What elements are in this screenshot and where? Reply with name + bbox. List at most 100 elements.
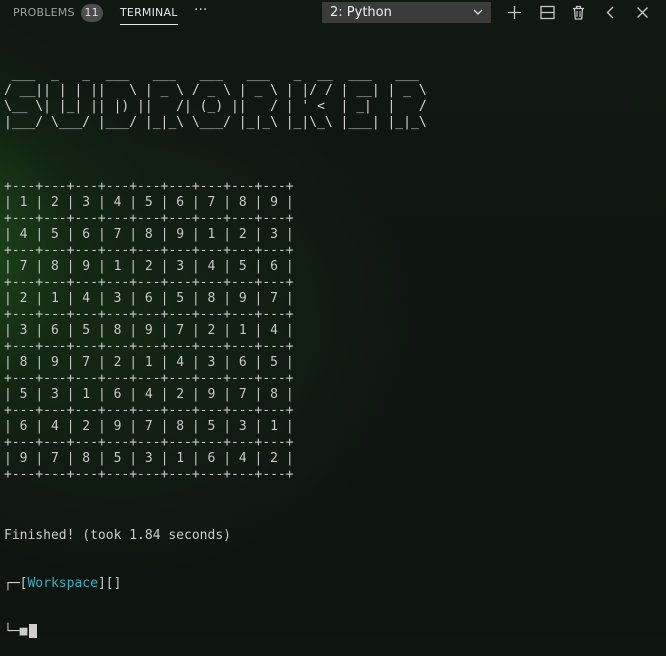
grid-cell: 4 xyxy=(231,451,255,466)
grid-cell: 5 xyxy=(105,451,130,466)
grid-cell: 3 xyxy=(199,355,224,370)
panel-header: PROBLEMS 11 TERMINAL ··· 2: Python xyxy=(0,0,666,25)
grid-row: | 1 | 2 | 3 | 4 | 5 | 6 | 7 | 8 | 9 | xyxy=(4,195,294,210)
maximize-panel-button[interactable] xyxy=(602,4,619,21)
grid-cell: 3 xyxy=(11,323,36,338)
grid-cell: 9 xyxy=(74,259,98,274)
grid-cell: 7 xyxy=(11,259,36,274)
grid-separator: +---+---+---+---+---+---+---+---+---+ xyxy=(4,307,294,322)
terminal-cursor[interactable] xyxy=(29,624,38,638)
grid-cell: 9 xyxy=(105,419,130,434)
split-icon xyxy=(540,5,555,20)
grid-cell: 2 xyxy=(11,291,36,306)
grid-cell: 5 xyxy=(168,291,192,306)
grid-row: | 2 | 1 | 4 | 3 | 6 | 5 | 8 | 9 | 7 | xyxy=(4,291,294,306)
grid-cell: 6 xyxy=(137,291,161,306)
sudoku-grid: +---+---+---+---+---+---+---+---+---+ | 1… xyxy=(4,179,664,483)
ascii-art-line: / __|| | | || \ | _ \ / _ \ | _ \ | |/ /… xyxy=(4,83,427,98)
grid-cell: 6 xyxy=(231,355,255,370)
grid-cell: 8 xyxy=(74,451,98,466)
grid-cell: 6 xyxy=(74,227,98,242)
grid-cell: 9 xyxy=(137,323,161,338)
grid-cell: 2 xyxy=(262,451,286,466)
grid-separator: +---+---+---+---+---+---+---+---+---+ xyxy=(4,371,294,386)
grid-cell: 1 xyxy=(43,291,67,306)
split-terminal-button[interactable] xyxy=(539,4,556,21)
grid-cell: 7 xyxy=(105,227,130,242)
grid-separator: +---+---+---+---+---+---+---+---+---+ xyxy=(4,243,294,258)
grid-cell: 8 xyxy=(43,259,67,274)
grid-cell: 1 xyxy=(168,451,192,466)
grid-cell: 4 xyxy=(137,387,161,402)
grid-cell: 6 xyxy=(199,451,224,466)
grid-row: | 4 | 5 | 6 | 7 | 8 | 9 | 1 | 2 | 3 | xyxy=(4,227,294,242)
grid-cell: 9 xyxy=(43,355,67,370)
terminal-select-value: 2: Python xyxy=(330,5,392,20)
grid-cell: 5 xyxy=(262,355,286,370)
grid-cell: 6 xyxy=(11,419,36,434)
grid-cell: 2 xyxy=(231,227,255,242)
grid-cell: 2 xyxy=(168,387,192,402)
grid-separator: +---+---+---+---+---+---+---+---+---+ xyxy=(4,275,294,290)
grid-separator: +---+---+---+---+---+---+---+---+---+ xyxy=(4,435,294,450)
ascii-art-line: |___/ \___/ |___/ |_|_\ \___/ |_|_\ |_|\… xyxy=(4,115,427,130)
prompt-second-line: └─■ xyxy=(4,624,28,639)
grid-row: | 5 | 3 | 1 | 6 | 4 | 2 | 9 | 7 | 8 | xyxy=(4,387,294,402)
grid-row: | 8 | 9 | 7 | 2 | 1 | 4 | 3 | 6 | 5 | xyxy=(4,355,294,370)
tab-problems[interactable]: PROBLEMS 11 xyxy=(13,0,103,25)
plus-icon xyxy=(508,6,521,19)
grid-cell: 3 xyxy=(262,227,286,242)
terminal-output[interactable]: ___ _ _ ___ ___ ___ ___ _ __ ___ ___ / __… xyxy=(4,35,664,656)
chevron-down-icon xyxy=(473,9,483,15)
grid-row: | 6 | 4 | 2 | 9 | 7 | 8 | 5 | 3 | 1 | xyxy=(4,419,294,434)
grid-cell: 9 xyxy=(11,451,36,466)
grid-cell: 6 xyxy=(43,323,67,338)
grid-cell: 7 xyxy=(43,451,67,466)
grid-cell: 9 xyxy=(168,227,192,242)
grid-cell: 5 xyxy=(137,195,161,210)
grid-cell: 3 xyxy=(168,259,192,274)
grid-cell: 5 xyxy=(11,387,36,402)
terminal-select[interactable]: 2: Python xyxy=(322,2,491,23)
grid-cell: 5 xyxy=(74,323,98,338)
grid-separator: +---+---+---+---+---+---+---+---+---+ xyxy=(4,467,294,482)
grid-cell: 8 xyxy=(231,195,255,210)
grid-cell: 8 xyxy=(262,387,286,402)
grid-cell: 8 xyxy=(168,419,192,434)
grid-cell: 8 xyxy=(105,323,130,338)
grid-cell: 2 xyxy=(137,259,161,274)
grid-cell: 4 xyxy=(262,323,286,338)
grid-separator: +---+---+---+---+---+---+---+---+---+ xyxy=(4,211,294,226)
grid-cell: 7 xyxy=(168,323,192,338)
new-terminal-button[interactable] xyxy=(506,4,523,21)
grid-cell: 7 xyxy=(231,387,255,402)
grid-cell: 4 xyxy=(11,227,36,242)
grid-separator: +---+---+---+---+---+---+---+---+---+ xyxy=(4,339,294,354)
grid-cell: 9 xyxy=(199,387,224,402)
grid-cell: 8 xyxy=(11,355,36,370)
close-panel-button[interactable] xyxy=(634,4,651,21)
more-actions-button[interactable]: ··· xyxy=(194,2,207,18)
grid-cell: 1 xyxy=(262,419,286,434)
tab-terminal[interactable]: TERMINAL xyxy=(120,0,178,25)
grid-row: | 7 | 8 | 9 | 1 | 2 | 3 | 4 | 5 | 6 | xyxy=(4,259,294,274)
shell-prompt-input-line: └─■ xyxy=(4,624,664,640)
chevron-left-icon xyxy=(606,6,614,19)
problems-count-badge: 11 xyxy=(80,3,103,22)
grid-cell: 7 xyxy=(137,419,161,434)
prompt-workspace: Workspace xyxy=(27,576,98,591)
prompt-prefix: ┌─[ xyxy=(4,576,28,591)
grid-cell: 3 xyxy=(137,451,161,466)
grid-cell: 2 xyxy=(199,323,224,338)
grid-cell: 4 xyxy=(74,291,98,306)
grid-row: | 3 | 6 | 5 | 8 | 9 | 7 | 2 | 1 | 4 | xyxy=(4,323,294,338)
grid-cell: 7 xyxy=(262,291,286,306)
grid-row: | 9 | 7 | 8 | 5 | 3 | 1 | 6 | 4 | 2 | xyxy=(4,451,294,466)
grid-cell: 1 xyxy=(199,227,224,242)
grid-cell: 4 xyxy=(168,355,192,370)
kill-terminal-button[interactable] xyxy=(570,4,587,21)
grid-cell: 7 xyxy=(74,355,98,370)
trash-icon xyxy=(573,5,584,20)
grid-cell: 4 xyxy=(199,259,224,274)
shell-prompt: ┌─[Workspace][] xyxy=(4,576,664,592)
